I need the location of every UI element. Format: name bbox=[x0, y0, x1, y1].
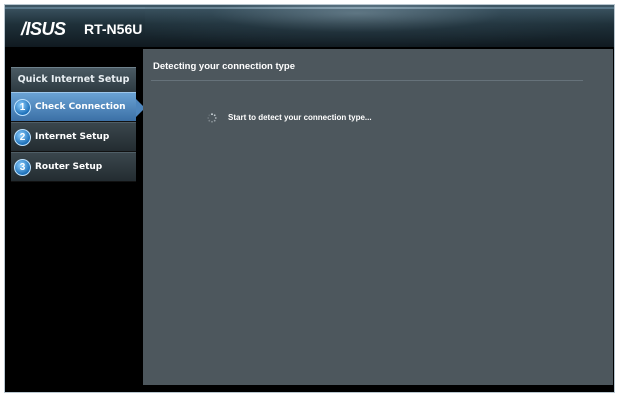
sidebar-title: Quick Internet Setup bbox=[11, 67, 136, 92]
step-router-setup[interactable]: 3 Router Setup bbox=[11, 152, 136, 182]
detect-status-text: Start to detect your connection type... bbox=[228, 113, 372, 122]
step-label: Internet Setup bbox=[35, 132, 110, 142]
step-label: Router Setup bbox=[35, 162, 103, 172]
app-frame: /ISUS RT-N56U Quick Internet Setup 1 Che… bbox=[4, 4, 615, 393]
header-bar: /ISUS RT-N56U bbox=[5, 5, 614, 47]
asus-logo: /ISUS bbox=[21, 19, 66, 39]
step-number-2-icon: 2 bbox=[14, 128, 31, 146]
loading-spinner-icon bbox=[207, 113, 217, 123]
step-check-connection[interactable]: 1 Check Connection bbox=[11, 92, 145, 122]
page-title: Detecting your connection type bbox=[153, 61, 295, 72]
step-label: Check Connection bbox=[35, 102, 126, 112]
step-number-1-icon: 1 bbox=[14, 98, 31, 116]
main-panel: Detecting your connection type Start to … bbox=[143, 49, 613, 385]
step-internet-setup[interactable]: 2 Internet Setup bbox=[11, 122, 136, 152]
model-name: RT-N56U bbox=[84, 21, 143, 37]
sidebar: Quick Internet Setup 1 Check Connection … bbox=[11, 67, 145, 182]
title-divider bbox=[151, 80, 583, 81]
step-number-3-icon: 3 bbox=[14, 158, 31, 176]
header-glow bbox=[145, 5, 614, 47]
